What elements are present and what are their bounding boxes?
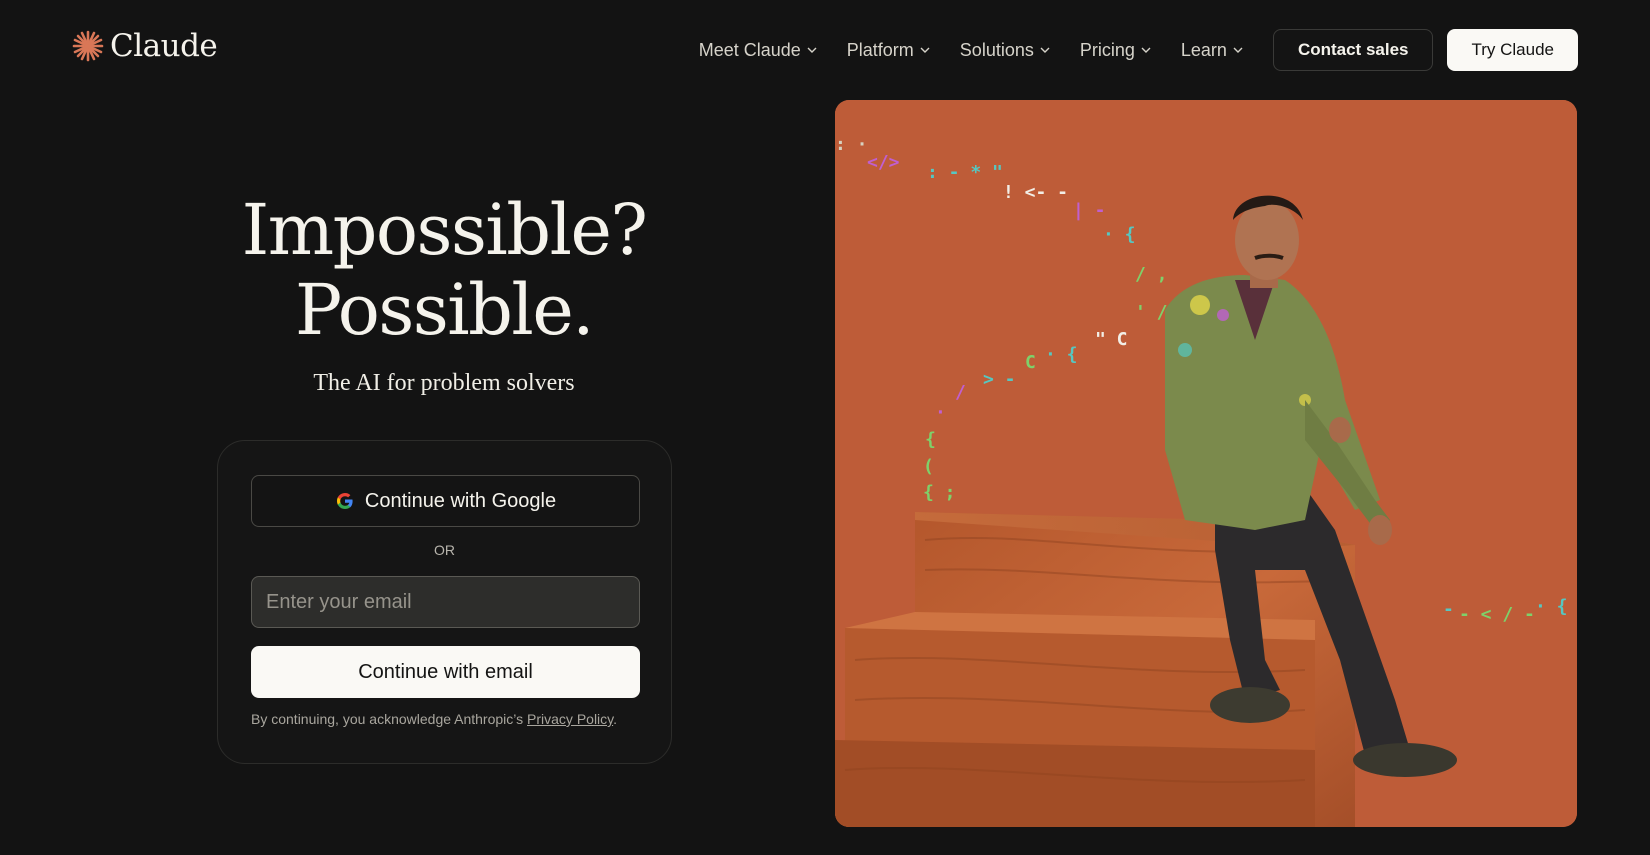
svg-text:- < / -: - < / - [1459,604,1535,625]
hero-title: Impossible? Possible. [194,190,694,350]
disclaimer-text: By continuing, you acknowledge Anthropic… [251,711,528,727]
chevron-down-icon [1233,47,1243,53]
privacy-policy-link[interactable]: Privacy Policy [527,711,613,727]
google-button-label: Continue with Google [364,489,557,512]
starburst-icon [72,30,104,62]
nav-item-label: Platform [846,39,914,60]
hero-title-line-2: Possible. [294,269,595,351]
login-card: Continue with Google OR Continue with em… [217,440,672,764]
svg-text:/ ,: / , [1135,264,1168,285]
google-icon [336,493,353,509]
claude-logo[interactable]: Claude [72,28,218,64]
svg-text:(: ( [923,456,934,477]
privacy-disclaimer: By continuing, you acknowledge Anthropic… [251,711,617,727]
nav-item-pricing[interactable]: Pricing [1080,40,1151,61]
nav-item-learn[interactable]: Learn [1181,40,1243,61]
svg-text:{ ;: { ; [923,482,956,503]
svg-text:! <- -: ! <- - [1003,182,1068,203]
svg-text:</>: </> [867,152,900,173]
nav-item-platform[interactable]: Platform [847,40,930,61]
svg-text:| -: | - [1073,200,1106,221]
svg-text:-: - [1443,599,1454,620]
hero-image: : · </> : - * " ! <- - | - · { / , ' / "… [835,100,1577,827]
contact-sales-button[interactable]: Contact sales [1272,29,1434,71]
svg-text:{: { [925,429,936,450]
svg-text:· {: · { [1535,596,1568,617]
chevron-down-icon [1141,47,1151,53]
nav-item-label: Pricing [1079,39,1135,60]
svg-text:· {: · { [1045,344,1078,365]
svg-text:> -: > - [983,369,1016,390]
nav-item-label: Meet Claude [698,39,801,60]
top-nav: Meet Claude Platform Solutions Pricing L… [699,28,1578,72]
chevron-down-icon [1040,47,1050,53]
hero-title-line-1: Impossible? [241,189,648,271]
disclaimer-suffix: . [613,711,618,727]
chevron-down-icon [920,47,930,53]
svg-text:/: / [955,382,966,403]
hero-illustration: : · </> : - * " ! <- - | - · { / , ' / "… [835,100,1577,827]
svg-text:: - * ": : - * " [927,162,1003,183]
svg-text:' /: ' / [1135,302,1168,323]
continue-with-google-button[interactable]: Continue with Google [251,475,640,527]
nav-item-label: Learn [1180,39,1227,60]
try-claude-button[interactable]: Try Claude [1447,29,1578,71]
brand-name: Claude [110,28,218,64]
svg-text:·: · [935,402,946,423]
svg-text:· {: · { [1103,224,1136,245]
or-divider: OR [434,542,455,558]
continue-with-email-button[interactable]: Continue with email [251,646,640,698]
chevron-down-icon [807,47,817,53]
email-input[interactable] [251,576,640,628]
nav-item-label: Solutions [959,39,1034,60]
nav-item-meet-claude[interactable]: Meet Claude [699,40,817,61]
hero-subtitle: The AI for problem solvers [313,370,575,396]
nav-item-solutions[interactable]: Solutions [960,40,1050,61]
svg-text:" C: " C [1095,329,1128,350]
svg-text:: ·: : · [835,134,868,155]
svg-text:C: C [1025,352,1036,373]
